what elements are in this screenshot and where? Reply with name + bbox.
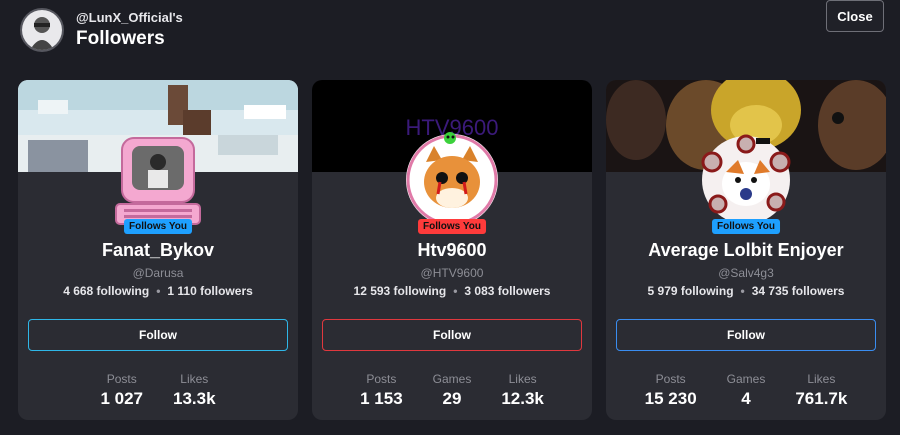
stat-likes: Likes 12.3k <box>501 372 544 409</box>
follow-button[interactable]: Follow <box>322 319 582 351</box>
stat-posts: Posts 1 027 <box>100 372 143 409</box>
owner-handle: @LunX_Official's <box>76 10 183 25</box>
separator-dot: • <box>453 284 458 298</box>
display-name[interactable]: Average Lolbit Enjoyer <box>606 240 886 261</box>
stat-value: 12.3k <box>501 389 544 408</box>
profile-avatar <box>698 132 794 228</box>
profile-stats: Posts 1 153 Games 29 Likes 12.3k <box>312 372 592 409</box>
stat-value: 4 <box>741 389 751 408</box>
follows-you-badge: Follows You <box>712 219 780 234</box>
follower-card[interactable]: Follows You Average Lolbit Enjoyer @Salv… <box>606 80 886 420</box>
username: @Darusa <box>132 266 184 280</box>
stat-posts: Posts 1 153 <box>360 372 403 409</box>
page-header: @LunX_Official's Followers Close <box>0 0 900 70</box>
following-count[interactable]: 12 593 following <box>354 284 447 298</box>
stat-value: 1 153 <box>360 389 403 408</box>
close-button[interactable]: Close <box>826 0 884 32</box>
stat-label: Games <box>432 372 472 386</box>
owner-avatar[interactable] <box>20 8 64 52</box>
separator-dot: • <box>156 284 161 298</box>
follow-counts: 5 979 following • 34 735 followers <box>606 284 886 298</box>
display-name[interactable]: Htv9600 <box>312 240 592 261</box>
stat-value: 29 <box>442 389 462 408</box>
username: @Salv4g3 <box>718 266 774 280</box>
stat-label: Likes <box>180 372 209 386</box>
follows-you-badge: Follows You <box>418 219 486 234</box>
stat-likes: Likes 13.3k <box>173 372 216 409</box>
stat-games: Games 29 <box>433 372 472 409</box>
followers-count[interactable]: 1 110 followers <box>167 284 252 298</box>
stat-label: Posts <box>106 372 137 386</box>
stat-value: 13.3k <box>173 389 216 408</box>
follower-card[interactable]: HTV9600 Follows You Htv9600 @HTV9600 12 … <box>312 80 592 420</box>
page-title: Followers <box>76 28 165 49</box>
separator-dot: • <box>740 284 745 298</box>
username: @HTV9600 <box>420 266 484 280</box>
follower-card[interactable]: Follows You Fanat_Bykov @Darusa 4 668 fo… <box>18 80 298 420</box>
follow-counts: 12 593 following • 3 083 followers <box>312 284 592 298</box>
follow-button[interactable]: Follow <box>28 319 288 351</box>
follows-you-badge: Follows You <box>124 219 192 234</box>
stat-label: Likes <box>807 372 836 386</box>
stat-label: Posts <box>655 372 686 386</box>
stat-label: Likes <box>508 372 537 386</box>
following-count[interactable]: 5 979 following <box>648 284 734 298</box>
profile-avatar <box>110 132 206 228</box>
stat-likes: Likes 761.7k <box>795 372 847 409</box>
profile-stats: Posts 1 027 Likes 13.3k <box>18 372 298 409</box>
stat-value: 761.7k <box>795 389 848 408</box>
followers-count[interactable]: 3 083 followers <box>464 284 550 298</box>
following-count[interactable]: 4 668 following <box>63 284 149 298</box>
stat-games: Games 4 <box>727 372 766 409</box>
stat-posts: Posts 15 230 <box>645 372 697 409</box>
follow-counts: 4 668 following • 1 110 followers <box>18 284 298 298</box>
display-name[interactable]: Fanat_Bykov <box>18 240 298 261</box>
follow-button[interactable]: Follow <box>616 319 876 351</box>
stat-label: Posts <box>366 372 397 386</box>
followers-count[interactable]: 34 735 followers <box>752 284 845 298</box>
stat-value: 15 230 <box>644 389 697 408</box>
profile-avatar <box>404 132 500 228</box>
stat-value: 1 027 <box>100 389 143 408</box>
profile-stats: Posts 15 230 Games 4 Likes 761.7k <box>606 372 886 409</box>
stat-label: Games <box>726 372 766 386</box>
